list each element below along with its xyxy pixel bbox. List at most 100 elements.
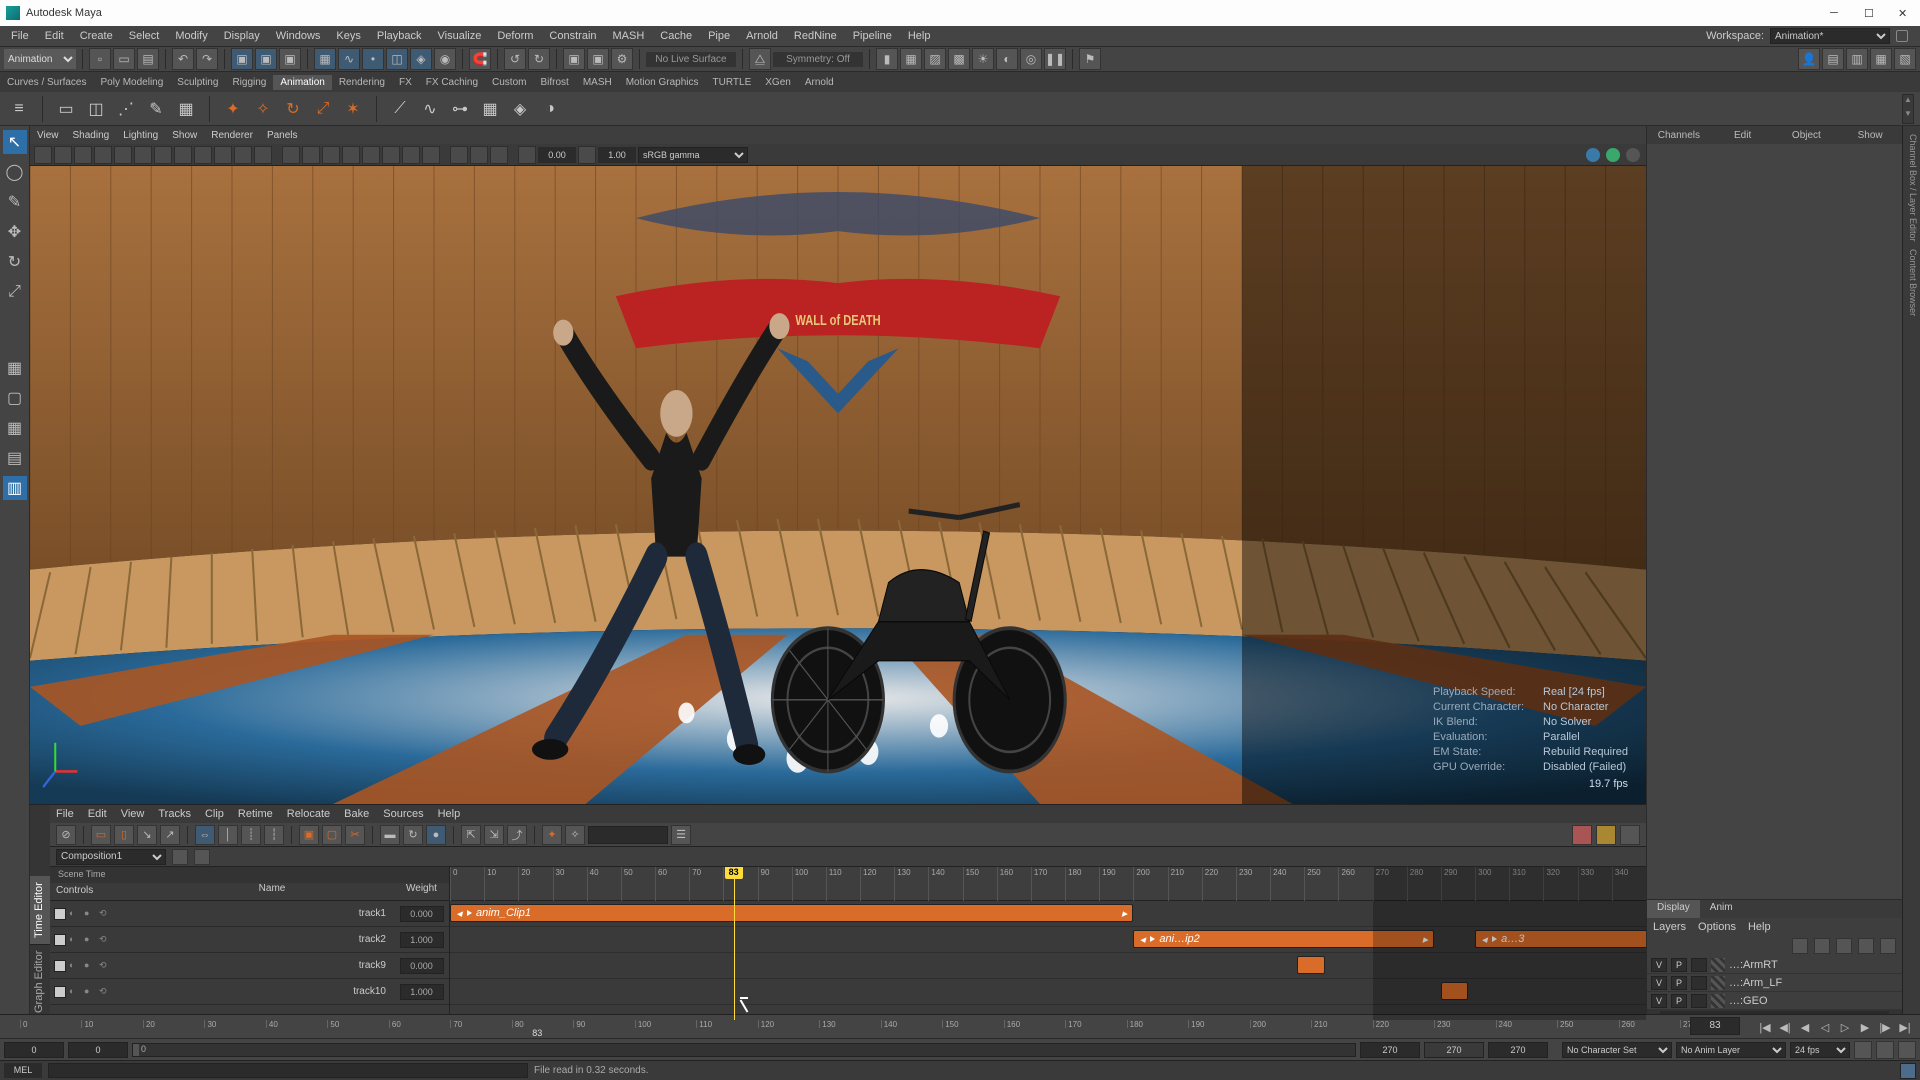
track-solo-icon[interactable]: ◐ <box>69 908 81 920</box>
te-search-field[interactable] <box>588 826 668 844</box>
snap-live-icon[interactable]: ◉ <box>434 48 456 70</box>
menu-help[interactable]: Help <box>901 28 938 44</box>
lights-icon[interactable]: ☀ <box>972 48 994 70</box>
shadows-icon[interactable]: ◐ <box>996 48 1018 70</box>
track-row[interactable]: ◐●⟲track10.000 <box>50 901 449 927</box>
te-trim-icon[interactable]: ✂ <box>345 825 365 845</box>
shelf-constraint-icon[interactable]: ⊶ <box>447 96 473 122</box>
te-menu-help[interactable]: Help <box>438 808 461 820</box>
ipr-icon[interactable]: ▣ <box>587 48 609 70</box>
shelf-playblast-icon[interactable]: ◫ <box>83 96 109 122</box>
layer-type-toggle[interactable] <box>1691 976 1707 990</box>
layer-color-swatch[interactable] <box>1711 976 1725 990</box>
last-tool-icon[interactable]: ▦ <box>3 356 27 380</box>
layout-outliner-icon[interactable]: ▥ <box>3 476 27 500</box>
select-hierarchy-icon[interactable]: ▣ <box>231 48 253 70</box>
prefs-icon[interactable] <box>1898 1041 1916 1059</box>
go-end-icon[interactable]: ▶| <box>1896 1018 1914 1036</box>
vp-shadows-icon[interactable] <box>362 146 380 164</box>
vp-grid-icon[interactable] <box>134 146 152 164</box>
layer-vis-toggle[interactable]: V <box>1651 994 1667 1008</box>
layer-color-swatch[interactable] <box>1711 994 1725 1008</box>
shelf-ghost-icon[interactable]: ▭ <box>53 96 79 122</box>
te-menu-retime[interactable]: Retime <box>238 808 273 820</box>
te-view2-icon[interactable] <box>1596 825 1616 845</box>
te-create-clip-icon[interactable]: ▭ <box>91 825 111 845</box>
shelf-tab[interactable]: Sculpting <box>170 75 225 90</box>
workspace-dropdown[interactable]: Animation* <box>1770 28 1890 44</box>
range-end-outer[interactable]: 270 <box>1424 1042 1484 1058</box>
layer-tab-anim[interactable]: Anim <box>1700 900 1743 918</box>
snap-grid-icon[interactable]: ▦ <box>314 48 336 70</box>
vp-exposure-icon[interactable] <box>518 146 536 164</box>
shelf-tab[interactable]: FX <box>392 75 419 90</box>
menu-pipe[interactable]: Pipe <box>701 28 737 44</box>
vp-safe-title-icon[interactable] <box>254 146 272 164</box>
te-tab-time[interactable]: Time Editor <box>30 876 50 945</box>
cb-tab-channels[interactable]: Channels <box>1647 130 1711 141</box>
sym-toggle-icon[interactable]: ⧋ <box>749 48 771 70</box>
construction-hist-icon[interactable]: ↺ <box>504 48 526 70</box>
range-end-outer2[interactable]: 270 <box>1488 1042 1548 1058</box>
snap-view-icon[interactable]: ◈ <box>410 48 432 70</box>
layer-playback-toggle[interactable]: P <box>1671 994 1687 1008</box>
shelf-motiontrail-icon[interactable]: ⋰ <box>113 96 139 122</box>
shelf-tab-active[interactable]: Animation <box>273 75 331 90</box>
vp-film-gate-icon[interactable] <box>154 146 172 164</box>
play-fwd-icon[interactable]: ▷ <box>1836 1018 1854 1036</box>
vp-textured-icon[interactable] <box>322 146 340 164</box>
vp-menu-view[interactable]: View <box>30 128 66 143</box>
vp-menu-lighting[interactable]: Lighting <box>116 128 165 143</box>
layer-type-toggle[interactable] <box>1691 958 1707 972</box>
select-object-icon[interactable]: ▣ <box>255 48 277 70</box>
layer-ic2-icon[interactable] <box>1814 938 1830 954</box>
vp-menu-renderer[interactable]: Renderer <box>204 128 260 143</box>
fps-dropdown[interactable]: 24 fps <box>1790 1042 1850 1058</box>
vp-gate-mask-icon[interactable] <box>194 146 212 164</box>
track-lock-icon[interactable]: ⟲ <box>99 908 111 920</box>
shelf-setkey-rot-icon[interactable]: ↻ <box>280 96 306 122</box>
track-mute-icon[interactable]: ● <box>84 986 96 998</box>
menu-set-dropdown[interactable]: Animation <box>4 49 76 69</box>
layer-tab-display[interactable]: Display <box>1647 900 1700 918</box>
layer-playback-toggle[interactable]: P <box>1671 976 1687 990</box>
cb-tab-show[interactable]: Show <box>1838 130 1902 141</box>
layer-ic5-icon[interactable] <box>1880 938 1896 954</box>
vp-hud-toggle-icon[interactable] <box>1586 148 1600 162</box>
track-solo-icon[interactable]: ◐ <box>69 960 81 972</box>
layout1-icon[interactable]: ▤ <box>1822 48 1844 70</box>
vp-res-gate-icon[interactable] <box>174 146 192 164</box>
menu-rednine[interactable]: RedNine <box>787 28 844 44</box>
te-hold-icon[interactable]: ● <box>426 825 446 845</box>
te-snap3-icon[interactable]: ┆ <box>264 825 284 845</box>
layer-row[interactable]: VP…:ArmRT <box>1647 956 1902 974</box>
save-scene-icon[interactable]: ▤ <box>137 48 159 70</box>
te-view1-icon[interactable] <box>1572 825 1592 845</box>
vp-lights-icon[interactable] <box>342 146 360 164</box>
te-menu-clip[interactable]: Clip <box>205 808 224 820</box>
play-back-icon[interactable]: ◁ <box>1816 1018 1834 1036</box>
track-weight[interactable]: 0.000 <box>400 906 444 922</box>
range-track[interactable]: 0 <box>132 1043 1356 1057</box>
vp-menu-show[interactable]: Show <box>165 128 204 143</box>
shelf-tab[interactable]: MASH <box>576 75 619 90</box>
cb-tab-edit[interactable]: Edit <box>1711 130 1775 141</box>
layer-menu-help[interactable]: Help <box>1748 921 1771 933</box>
layout4-icon[interactable]: ▧ <box>1894 48 1916 70</box>
menu-display[interactable]: Display <box>217 28 267 44</box>
track-lock-icon[interactable]: ⟲ <box>99 986 111 998</box>
textured-icon[interactable]: ▩ <box>948 48 970 70</box>
workspace-lock-icon[interactable] <box>1896 30 1908 42</box>
menu-keys[interactable]: Keys <box>329 28 367 44</box>
snap-point-icon[interactable]: • <box>362 48 384 70</box>
close-button[interactable]: ✕ <box>1898 7 1910 19</box>
layer-menu-layers[interactable]: Layers <box>1653 921 1686 933</box>
te-relo3-icon[interactable]: ⤴ <box>507 825 527 845</box>
shelf-tab[interactable]: Curves / Surfaces <box>0 75 93 90</box>
te-view3-icon[interactable] <box>1620 825 1640 845</box>
shelf-tab[interactable]: XGen <box>758 75 798 90</box>
shelf-tab[interactable]: Custom <box>485 75 533 90</box>
te-menu-edit[interactable]: Edit <box>88 808 107 820</box>
step-fwd-key-icon[interactable]: |▶ <box>1876 1018 1894 1036</box>
menu-select[interactable]: Select <box>122 28 167 44</box>
